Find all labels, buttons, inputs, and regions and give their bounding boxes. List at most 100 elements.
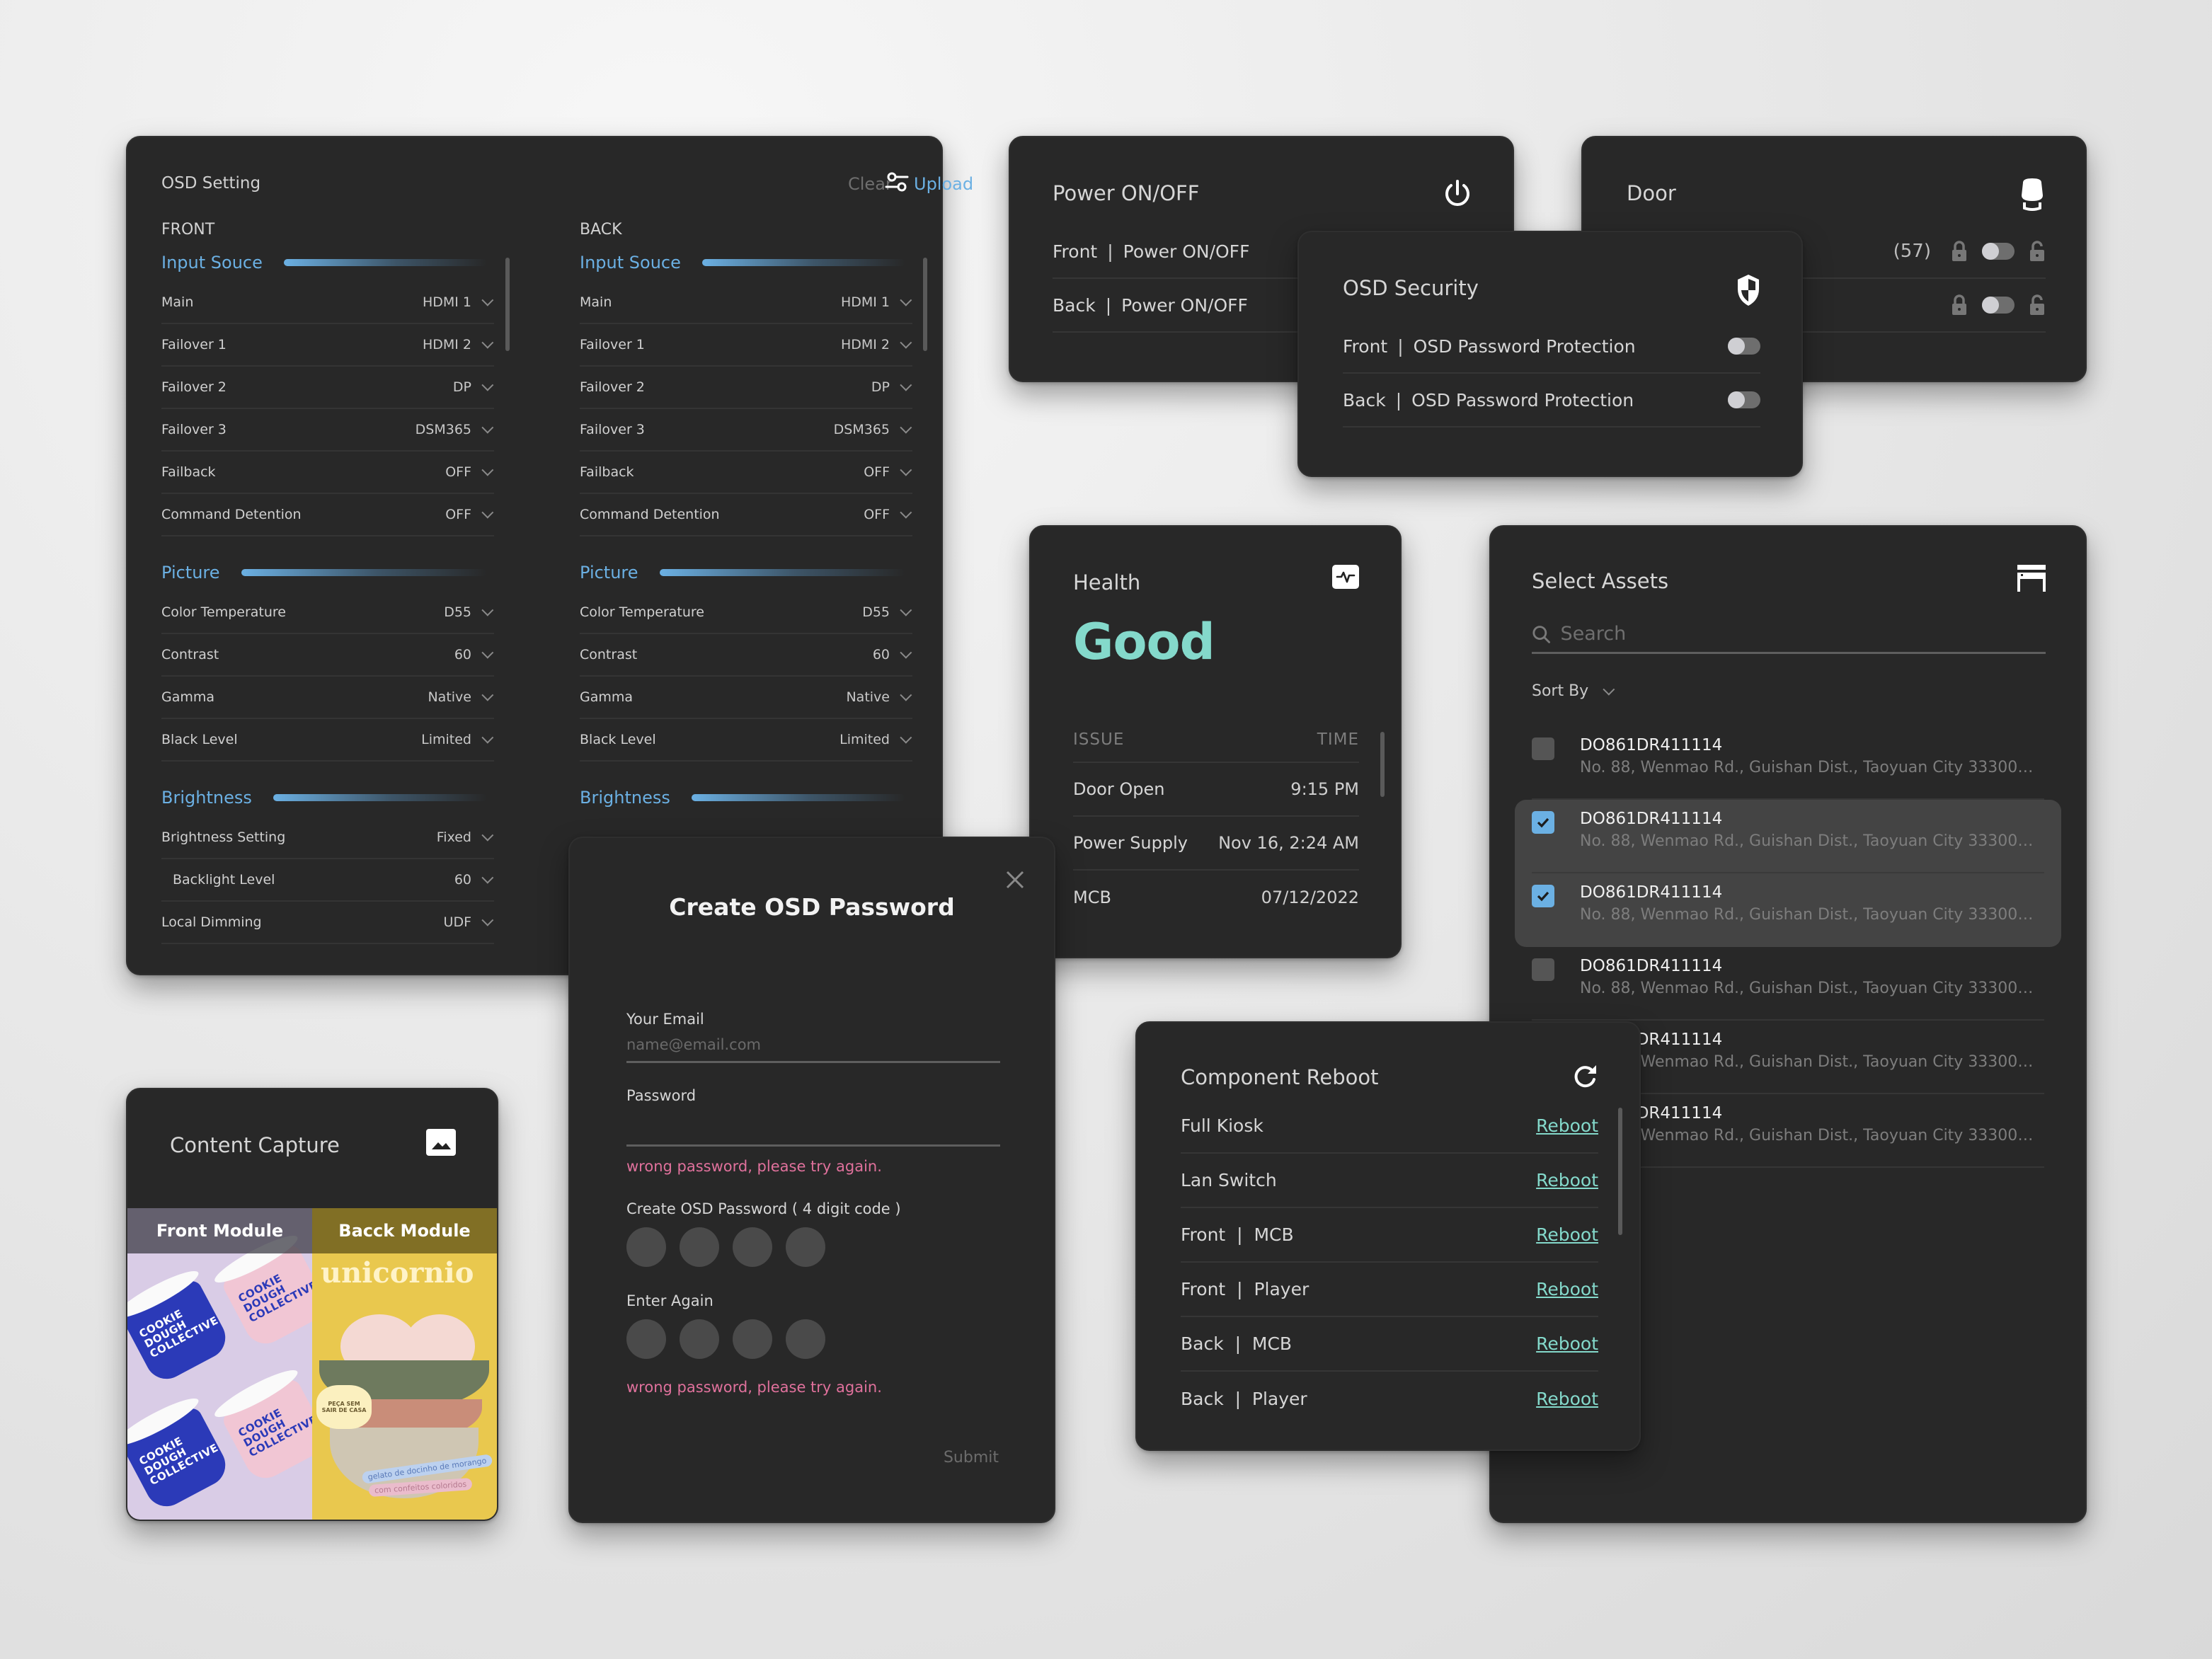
reboot-link[interactable]: Reboot [1536, 1224, 1598, 1245]
column-label: FRONT [161, 221, 215, 239]
pin-digit[interactable] [626, 1319, 666, 1359]
setting-row[interactable]: Failover 2 DP [580, 367, 912, 409]
reboot-scrollbar[interactable] [1618, 1108, 1622, 1235]
asset-checkbox[interactable] [1532, 958, 1554, 981]
reboot-link[interactable]: Reboot [1536, 1170, 1598, 1190]
setting-dropdown[interactable]: D55 [444, 604, 494, 620]
setting-dropdown[interactable]: OFF [864, 464, 912, 480]
setting-row[interactable]: Gamma Native [580, 677, 912, 719]
osd-security-row-label: Front | OSD Password Protection [1343, 335, 1636, 357]
asset-checkbox[interactable] [1532, 737, 1554, 760]
issue-time: Nov 16, 2:24 AM [1218, 833, 1359, 853]
setting-row[interactable]: Failback OFF [580, 452, 912, 494]
submit-button[interactable]: Submit [944, 1449, 999, 1466]
pin-input[interactable] [626, 1227, 1000, 1267]
setting-dropdown[interactable]: DSM365 [834, 421, 912, 437]
front-module-thumbnail[interactable]: COOKIE DOUGH COLLECTIVE COOKIE DOUGH COL… [127, 1208, 312, 1520]
setting-row[interactable]: Failover 1 HDMI 2 [580, 324, 912, 367]
sliders-icon[interactable] [885, 170, 909, 194]
pin-digit[interactable] [733, 1227, 772, 1267]
setting-row[interactable]: Failover 2 DP [161, 367, 494, 409]
setting-dropdown[interactable]: 60 [873, 646, 912, 662]
setting-dropdown[interactable]: Limited [421, 731, 494, 747]
setting-row[interactable]: Contrast 60 [161, 634, 494, 677]
back-osd-password-toggle[interactable] [1728, 391, 1760, 408]
setting-row[interactable]: Black Level Limited [580, 719, 912, 762]
reboot-link[interactable]: Reboot [1536, 1279, 1598, 1299]
setting-row[interactable]: Contrast 60 [580, 634, 912, 677]
setting-row[interactable]: Failback OFF [161, 452, 494, 494]
setting-dropdown[interactable]: Native [428, 689, 494, 705]
asset-list-item[interactable]: DO861DR411114 No. 88, Wenmao Rd., Guisha… [1515, 873, 2061, 947]
image-icon[interactable] [426, 1129, 456, 1156]
pin-digit[interactable] [786, 1227, 825, 1267]
setting-row[interactable]: Color Temperature D55 [161, 592, 494, 634]
setting-row[interactable]: Main HDMI 1 [161, 282, 494, 324]
setting-dropdown[interactable]: HDMI 1 [841, 294, 912, 310]
asset-list-item[interactable]: DO861DR411114 No. 88, Wenmao Rd., Guisha… [1515, 800, 2061, 873]
setting-dropdown[interactable]: OFF [445, 464, 494, 480]
setting-dropdown[interactable]: HDMI 1 [423, 294, 494, 310]
setting-dropdown[interactable]: Native [846, 689, 912, 705]
pin-digit[interactable] [680, 1319, 719, 1359]
asset-list-item[interactable]: DO861DR411114 No. 88, Wenmao Rd., Guisha… [1515, 947, 2061, 1021]
close-icon[interactable] [1006, 871, 1024, 889]
setting-dropdown[interactable]: 60 [454, 871, 494, 888]
health-scrollbar[interactable] [1380, 732, 1385, 797]
dialog-title: Create OSD Password [669, 893, 955, 921]
setting-row[interactable]: Command Detention OFF [161, 494, 494, 536]
setting-row[interactable]: Main HDMI 1 [580, 282, 912, 324]
front-scrollbar[interactable] [505, 258, 510, 351]
setting-dropdown[interactable]: HDMI 2 [423, 336, 494, 352]
door-lock-toggle[interactable] [1982, 243, 2015, 260]
setting-value: Native [428, 689, 471, 705]
setting-row[interactable]: Brightness Setting Fixed [161, 817, 494, 859]
back-scrollbar[interactable] [923, 258, 927, 351]
setting-row[interactable]: Command Detention OFF [580, 494, 912, 536]
setting-dropdown[interactable]: DP [871, 379, 912, 395]
setting-row[interactable]: Local Dimming UDF [161, 902, 494, 944]
setting-dropdown[interactable]: OFF [445, 506, 494, 522]
password-field[interactable] [626, 1104, 1000, 1147]
asset-checkbox[interactable] [1532, 811, 1554, 834]
back-module-thumbnail[interactable]: unicornio PEÇA SEM SAIR DE CASA gelato d… [312, 1208, 497, 1520]
setting-dropdown[interactable]: HDMI 2 [841, 336, 912, 352]
asset-search-input[interactable] [1560, 623, 2046, 645]
setting-row[interactable]: Failover 1 HDMI 2 [161, 324, 494, 367]
setting-row[interactable]: Color Temperature D55 [580, 592, 912, 634]
pin-digit[interactable] [786, 1319, 825, 1359]
front-osd-password-toggle[interactable] [1728, 338, 1760, 355]
chevron-down-icon [481, 294, 494, 306]
setting-dropdown[interactable]: OFF [864, 506, 912, 522]
setting-dropdown[interactable]: 60 [454, 646, 494, 662]
lock-icon [1952, 294, 1966, 315]
setting-row[interactable]: Failover 3 DSM365 [580, 409, 912, 452]
setting-value: 60 [454, 872, 471, 888]
setting-row[interactable]: Gamma Native [161, 677, 494, 719]
setting-dropdown[interactable]: Fixed [437, 829, 494, 845]
reboot-link[interactable]: Reboot [1536, 1333, 1598, 1354]
upload-button[interactable]: Upload [914, 174, 973, 194]
setting-dropdown[interactable]: DP [453, 379, 494, 395]
email-field[interactable] [626, 1028, 1000, 1063]
asset-list-item[interactable]: DO861DR411114 No. 88, Wenmao Rd., Guisha… [1515, 726, 2061, 800]
pin-digit[interactable] [626, 1227, 666, 1267]
pin-digit[interactable] [733, 1319, 772, 1359]
setting-dropdown[interactable]: UDF [444, 914, 494, 930]
setting-dropdown[interactable]: Limited [839, 731, 912, 747]
reboot-link[interactable]: Reboot [1536, 1115, 1598, 1136]
power-icon[interactable] [1442, 178, 1473, 209]
setting-row[interactable]: Failover 3 DSM365 [161, 409, 494, 452]
setting-row[interactable]: Backlight Level 60 [161, 859, 494, 902]
reboot-link[interactable]: Reboot [1536, 1389, 1598, 1409]
pin-digit[interactable] [680, 1227, 719, 1267]
osd-security-card: OSD Security Front | OSD Password Protecti… [1297, 231, 1803, 477]
confirm-pin-input[interactable] [626, 1319, 1000, 1359]
refresh-icon[interactable] [1573, 1064, 1598, 1089]
asset-checkbox[interactable] [1532, 885, 1554, 907]
setting-row[interactable]: Black Level Limited [161, 719, 494, 762]
door-lock-toggle[interactable] [1982, 297, 2015, 314]
setting-dropdown[interactable]: DSM365 [416, 421, 494, 437]
setting-dropdown[interactable]: D55 [862, 604, 912, 620]
sort-by-dropdown[interactable]: Sort By [1532, 682, 1615, 700]
